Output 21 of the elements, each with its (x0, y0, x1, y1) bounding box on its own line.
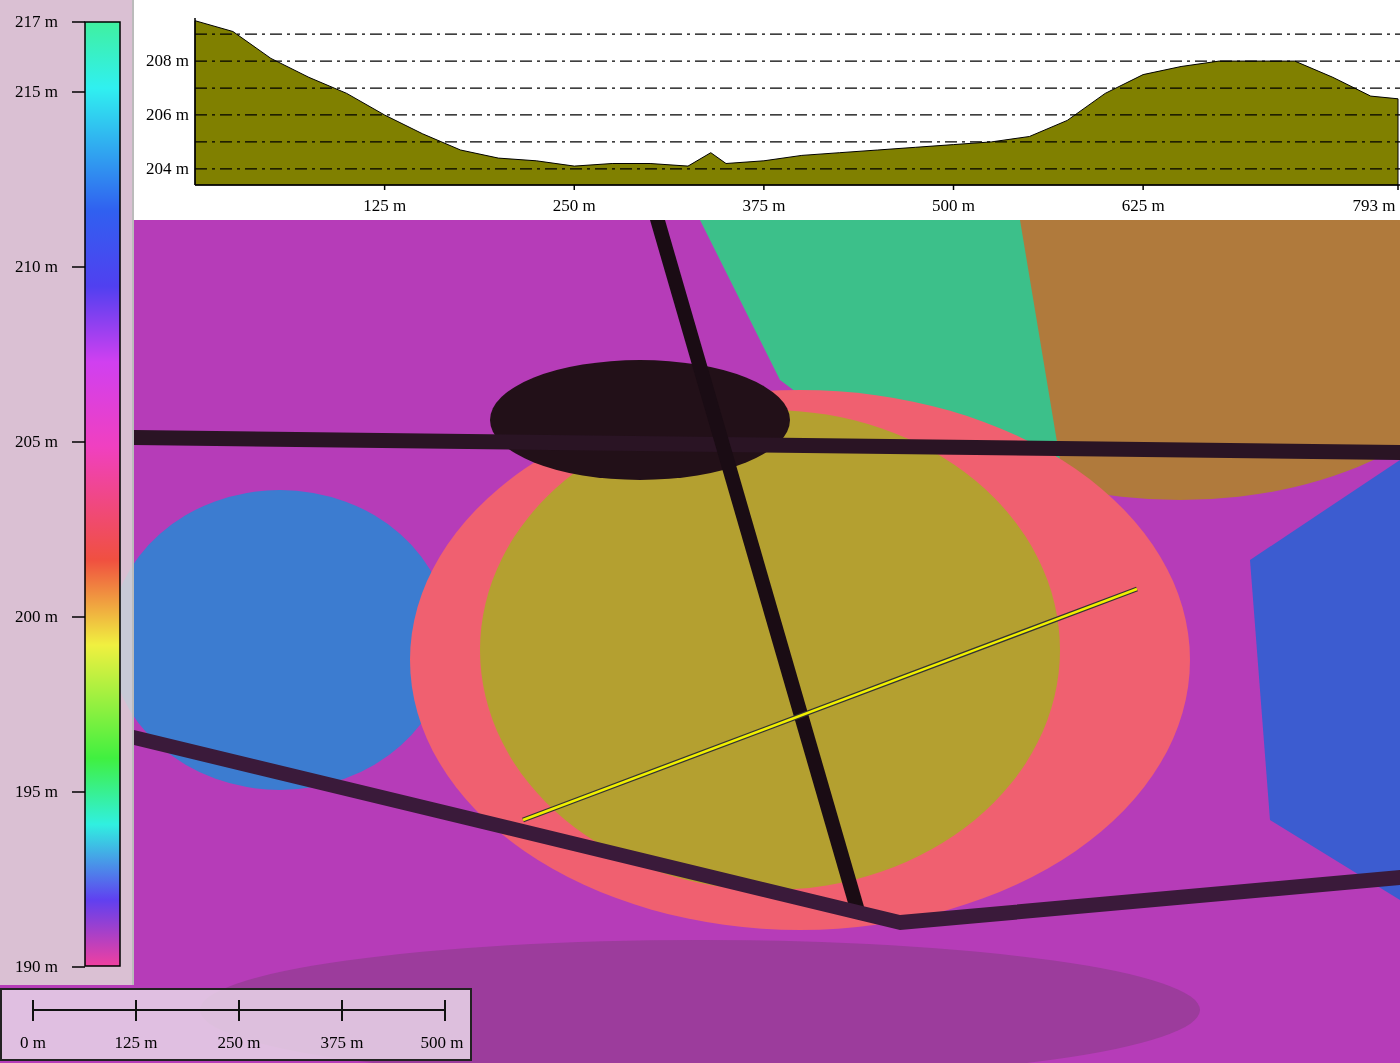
legend-label: 190 m (15, 957, 58, 976)
tick-label: 500 m (932, 196, 975, 215)
tick-label: 208 m (146, 51, 189, 71)
legend-label: 217 m (15, 12, 58, 31)
legend-label: 210 m (15, 257, 58, 276)
tick-label: 125 m (363, 196, 407, 215)
legend-label: 200 m (15, 607, 58, 626)
scale-label: 250 m (217, 1033, 261, 1052)
tick-label: 206 m (146, 104, 189, 124)
legend-label: 205 m (15, 432, 58, 451)
tick-label: 793 m (1352, 196, 1396, 215)
tick-label: 625 m (1121, 196, 1165, 215)
scale-label: 375 m (320, 1033, 364, 1052)
tick-label: 375 m (742, 196, 786, 215)
scale-label: 0 m (20, 1033, 46, 1052)
legend-label: 215 m (15, 82, 58, 101)
legend-label: 195 m (15, 782, 58, 801)
tick-label: 250 m (552, 196, 596, 215)
scale-label: 500 m (420, 1033, 464, 1052)
tick-label: 204 m (146, 158, 189, 178)
scale-label: 125 m (114, 1033, 158, 1052)
